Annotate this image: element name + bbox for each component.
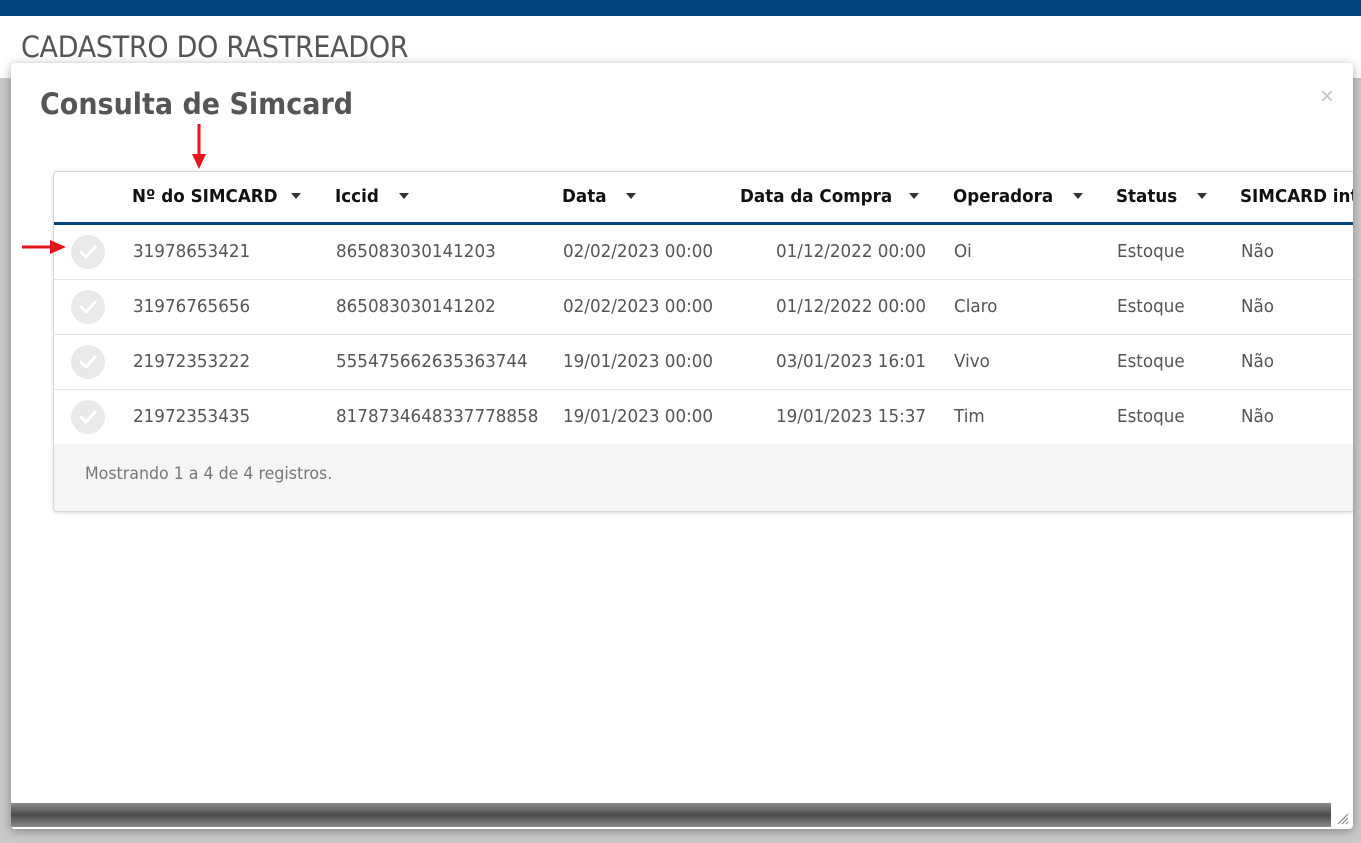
select-row-button[interactable] [71, 345, 105, 379]
table-row[interactable]: 21972353435 8178734648337778858 19/01/20… [54, 390, 1353, 445]
cell-simcard: 21972353435 [133, 406, 251, 427]
cell-data: 19/01/2023 00:00 [563, 406, 714, 427]
cell-iccid: 8178734648337778858 [336, 406, 539, 427]
cell-data: 02/02/2023 00:00 [563, 241, 714, 262]
caret-down-icon[interactable] [909, 193, 919, 199]
simcard-grid: Nº do SIMCARD Iccid Data Data da Compra … [53, 171, 1353, 512]
caret-down-icon[interactable] [1197, 193, 1207, 199]
grid-footer: Mostrando 1 a 4 de 4 registros. [54, 444, 1353, 511]
cell-simcard-int: Não [1241, 351, 1275, 372]
caret-down-icon[interactable] [626, 193, 636, 199]
cell-simcard: 31978653421 [133, 241, 251, 262]
table-row[interactable]: 21972353222 555475662635363744 19/01/202… [54, 335, 1353, 390]
record-count: Mostrando 1 a 4 de 4 registros. [85, 464, 333, 484]
cell-iccid: 555475662635363744 [336, 351, 528, 372]
column-header-status[interactable]: Status [1116, 186, 1177, 207]
cell-operadora: Oi [954, 241, 972, 262]
select-row-button[interactable] [71, 400, 105, 434]
cell-data: 02/02/2023 00:00 [563, 296, 714, 317]
checkmark-icon [79, 355, 97, 369]
horizontal-scrollbar[interactable] [11, 803, 1331, 827]
cell-status: Estoque [1117, 351, 1185, 372]
caret-down-icon[interactable] [1073, 193, 1083, 199]
caret-down-icon[interactable] [291, 193, 301, 199]
top-navbar [0, 0, 1361, 16]
column-header-data[interactable]: Data [562, 186, 606, 207]
annotation-arrow-down-icon [192, 124, 206, 169]
resize-grip-icon[interactable] [1335, 811, 1349, 825]
annotation-arrow-right-icon [22, 240, 66, 254]
cell-data-compra: 01/12/2022 00:00 [776, 296, 927, 317]
column-header-simcard-int[interactable]: SIMCARD int [1240, 186, 1353, 207]
cell-data: 19/01/2023 00:00 [563, 351, 714, 372]
cell-iccid: 865083030141202 [336, 296, 496, 317]
cell-iccid: 865083030141203 [336, 241, 496, 262]
cell-operadora: Vivo [954, 351, 990, 372]
cell-data-compra: 03/01/2023 16:01 [776, 351, 927, 372]
select-row-button[interactable] [71, 290, 105, 324]
cell-simcard-int: Não [1241, 241, 1275, 262]
table-row[interactable]: 31978653421 865083030141203 02/02/2023 0… [54, 225, 1353, 280]
column-header-operadora[interactable]: Operadora [953, 186, 1053, 207]
caret-down-icon[interactable] [399, 193, 409, 199]
column-header-simcard[interactable]: Nº do SIMCARD [132, 186, 278, 207]
simcard-lookup-modal: Consulta de Simcard × Nº do SIMCARD Icci… [11, 63, 1353, 829]
modal-title: Consulta de Simcard [40, 87, 354, 121]
cell-status: Estoque [1117, 406, 1185, 427]
close-icon[interactable]: × [1317, 85, 1337, 109]
cell-data-compra: 01/12/2022 00:00 [776, 241, 927, 262]
cell-status: Estoque [1117, 296, 1185, 317]
cell-simcard: 31976765656 [133, 296, 251, 317]
cell-simcard-int: Não [1241, 406, 1275, 427]
table-row[interactable]: 31976765656 865083030141202 02/02/2023 0… [54, 280, 1353, 335]
checkmark-icon [79, 300, 97, 314]
cell-simcard-int: Não [1241, 296, 1275, 317]
cell-operadora: Tim [954, 406, 985, 427]
cell-operadora: Claro [954, 296, 998, 317]
cell-data-compra: 19/01/2023 15:37 [776, 406, 927, 427]
column-header-iccid[interactable]: Iccid [335, 186, 379, 207]
cell-status: Estoque [1117, 241, 1185, 262]
page-title: CADASTRO DO RASTREADOR [21, 30, 409, 64]
column-header-data-compra[interactable]: Data da Compra [740, 186, 892, 207]
grid-header: Nº do SIMCARD Iccid Data Data da Compra … [54, 172, 1353, 225]
select-row-button[interactable] [71, 235, 105, 269]
cell-simcard: 21972353222 [133, 351, 251, 372]
checkmark-icon [79, 410, 97, 424]
checkmark-icon [79, 245, 97, 259]
